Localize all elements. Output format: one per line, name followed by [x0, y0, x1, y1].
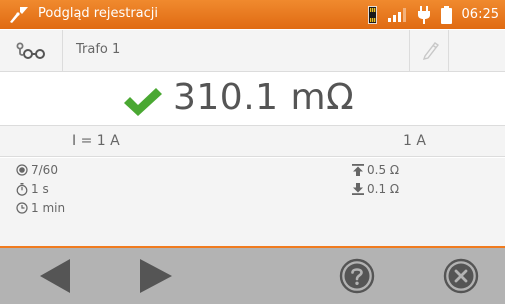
test-current-label: I = 1 A: [72, 133, 120, 149]
previous-button[interactable]: [30, 248, 90, 304]
help-icon: [339, 258, 375, 294]
measurement-interval-value: 1 min: [31, 201, 66, 215]
upper-limit-icon: [352, 164, 364, 176]
arrow-left-icon: [40, 259, 70, 293]
test-current-value: 1 A: [403, 133, 426, 149]
pencil-icon: [422, 42, 440, 60]
close-button[interactable]: [433, 248, 489, 304]
battery-icon: [440, 5, 452, 24]
title-bar: Podgląd rejestracji 06:25: [0, 0, 505, 29]
record-name-row: Trafo 1: [0, 30, 505, 72]
measurement-interval: 1 min: [16, 201, 65, 215]
lower-limit: 0.1 Ω: [352, 182, 399, 196]
parameters-panel: 7/60 1 s 1 min 0.5 Ω 0.1 Ω: [0, 158, 505, 246]
measurement-count-value: 7/60: [31, 163, 58, 177]
record-count-icon: [16, 164, 28, 176]
upper-limit-value: 0.5 Ω: [367, 163, 400, 177]
lower-limit-icon: [352, 183, 364, 195]
sd-card-icon: [367, 5, 377, 24]
close-icon: [443, 258, 479, 294]
lower-limit-value: 0.1 Ω: [367, 182, 400, 196]
measurement-count: 7/60: [16, 163, 58, 177]
probe-icon: [10, 7, 28, 23]
page-title: Podgląd rejestracji: [38, 6, 159, 21]
clock-icon: [16, 202, 28, 214]
help-button[interactable]: [329, 248, 385, 304]
location-tree-icon: [16, 42, 45, 59]
bottom-toolbar: [0, 248, 505, 304]
power-plug-icon: [417, 5, 430, 24]
measurement-duration: 1 s: [16, 182, 49, 196]
clock: 06:25: [461, 7, 499, 22]
resistance-value: 310.1 mΩ: [173, 77, 355, 118]
next-button[interactable]: [128, 248, 188, 304]
measurement-duration-value: 1 s: [31, 182, 49, 196]
upper-limit: 0.5 Ω: [352, 163, 399, 177]
record-name: Trafo 1: [76, 42, 121, 57]
edit-name-button[interactable]: [409, 30, 449, 72]
stopwatch-icon: [16, 182, 28, 196]
measurement-result: 310.1 mΩ: [0, 73, 505, 125]
signal-icon: [387, 7, 406, 22]
check-icon: [124, 88, 162, 116]
test-current-row: I = 1 A 1 A: [0, 125, 505, 157]
status-area: 06:25: [367, 5, 499, 24]
arrow-right-icon: [140, 259, 172, 293]
location-button[interactable]: [0, 30, 63, 72]
